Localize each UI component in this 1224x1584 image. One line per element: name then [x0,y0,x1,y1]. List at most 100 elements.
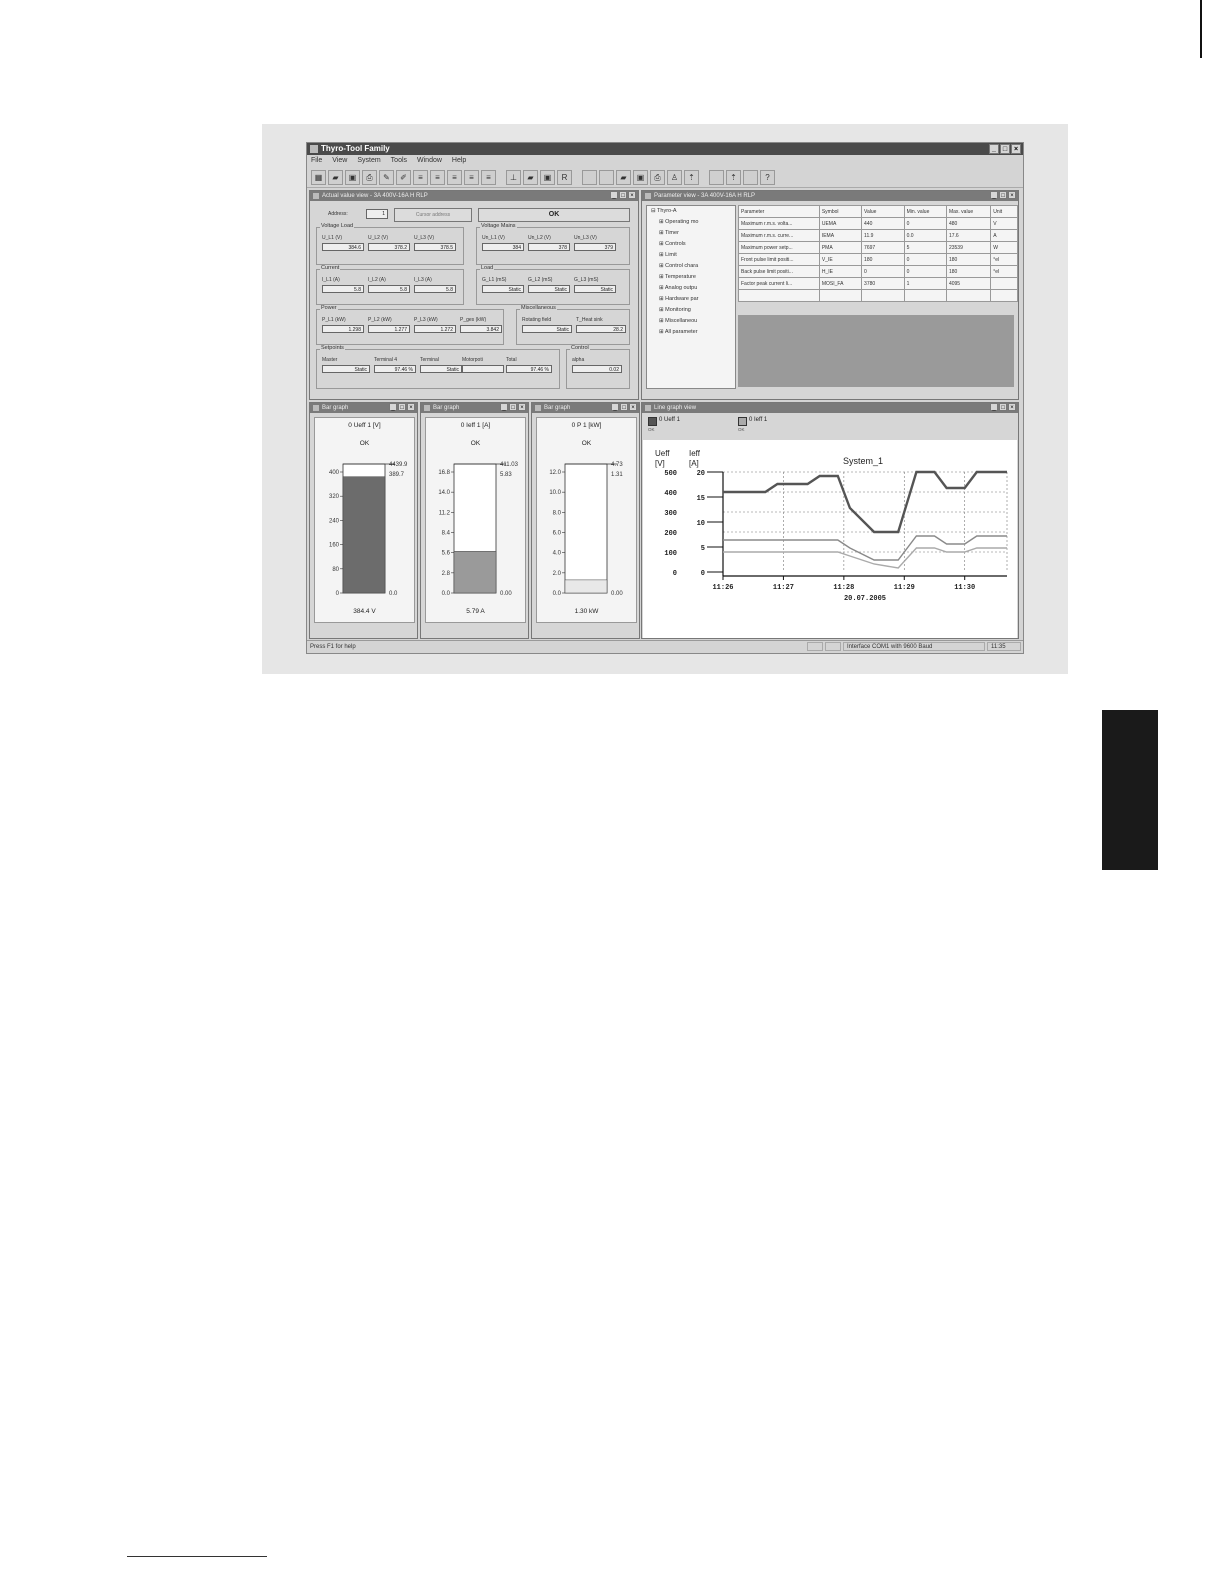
close-icon[interactable]: × [518,403,526,411]
table-row[interactable]: Factor peak current li... MOSI_FA 3780 1 409… [738,277,1018,290]
close-icon[interactable]: × [407,403,415,411]
table-cell: 0 [903,253,947,266]
ok-button[interactable]: OK [478,208,630,222]
tree-item[interactable]: ⊞ Control chara [647,261,735,272]
column-header[interactable]: Value [861,205,905,218]
close-icon[interactable]: × [1008,403,1016,411]
table-row[interactable]: Maximum r.m.s. curre... IEMA 11.9 0.0 17.6 A [738,229,1018,242]
print-icon[interactable]: ⎙ [362,169,377,185]
open-folder-icon[interactable]: ▰ [523,169,538,185]
maximize-icon[interactable]: □ [1000,144,1010,154]
settings-icon[interactable]: ✎ [379,169,394,185]
table-row[interactable]: Maximum power setp... PMA 7697 5 23539 W [738,241,1018,254]
table-row[interactable]: Back pulse limit positi... H_IE 0 0 180 °el [738,265,1018,278]
minimize-icon[interactable]: _ [990,191,998,199]
field-label-u_l2: U_L2 (V) [368,235,389,241]
tree-item[interactable]: ⊞ Controls [647,239,735,250]
menu-item[interactable]: File [311,155,322,167]
menu-item[interactable]: View [332,155,347,167]
minimize-icon[interactable]: _ [989,144,999,154]
column-header[interactable]: Unit [990,205,1018,218]
table-row[interactable]: Maximum r.m.s. volta... UEMA 440 0 480 V [738,217,1018,230]
blank-icon[interactable] [709,169,724,185]
parameter-tree[interactable]: ⊟ Thyro-A ⊞ Operating mo ⊞ Timer ⊞ Controls… [646,205,736,389]
column-header[interactable]: Parameter [738,205,820,218]
bar-graph-titlebar: Bar graph _ □ × [421,403,528,413]
x-axis-label: 20.07.2005 [844,595,886,603]
menu-item[interactable]: Window [417,155,442,167]
close-icon[interactable]: × [1011,144,1021,154]
print-icon[interactable]: ⎙ [650,169,665,185]
close-icon[interactable]: × [628,191,636,199]
table-row [738,289,1018,302]
save-icon[interactable]: ▣ [540,169,555,185]
save-icon[interactable]: ▣ [345,169,360,185]
tree-item[interactable]: ⊞ Temperature [647,272,735,283]
column-header[interactable]: Min. value [903,205,947,218]
blank-icon[interactable] [743,169,758,185]
text-d-icon[interactable]: ≡ [464,169,479,185]
tree-item[interactable]: ⊞ Timer [647,228,735,239]
table-cell: Back pulse limit positi... [738,265,820,278]
tree-item[interactable]: ⊞ Hardware par [647,294,735,305]
table-cell: Front pulse limit positi... [738,253,820,266]
chart-icon[interactable]: ⊥ [506,169,521,185]
tree-item[interactable]: ⊞ Monitoring [647,305,735,316]
maximize-icon[interactable]: □ [999,403,1007,411]
maximize-icon[interactable]: □ [509,403,517,411]
parameter-titlebar: Parameter view - 3A 400V-16A H RLP _ □ × [642,191,1018,201]
group-label: Power [320,305,338,311]
legend-swatch[interactable] [648,417,657,426]
grid-icon[interactable]: ▦ [311,169,326,185]
cursor-address-button[interactable]: Cursor address [394,208,472,222]
open-folder-icon[interactable]: ▰ [616,169,631,185]
open-folder-icon[interactable]: ▰ [328,169,343,185]
menu-item[interactable]: Help [452,155,466,167]
upload-icon[interactable]: ⇡ [726,169,741,185]
blank-icon[interactable] [599,169,614,185]
person-icon[interactable]: ♙ [667,169,682,185]
column-header[interactable]: Symbol [818,205,863,218]
tree-item[interactable]: ⊞ All parameter [647,327,735,338]
column-header[interactable]: Max. value [945,205,992,218]
close-icon[interactable]: × [1008,191,1016,199]
blank-icon[interactable] [582,169,597,185]
field-label-theat: T_Heat sink [576,317,603,323]
maximize-icon[interactable]: □ [398,403,406,411]
maximize-icon[interactable]: □ [620,403,628,411]
tree-item[interactable]: ⊞ Analog outpu [647,283,735,294]
minimize-icon[interactable]: _ [990,403,998,411]
text-e-icon[interactable]: ≡ [481,169,496,185]
menu-item[interactable]: Tools [391,155,407,167]
close-icon[interactable]: × [629,403,637,411]
minimize-icon[interactable]: _ [500,403,508,411]
maximize-icon[interactable]: □ [619,191,627,199]
legend-swatch[interactable] [738,417,747,426]
tree-item-label: Controls [665,241,686,247]
tree-item[interactable]: ⊞ Operating mo [647,217,735,228]
edit-icon[interactable]: ✐ [396,169,411,185]
group-label: Voltage Mains [480,223,517,229]
text-c-icon[interactable]: ≡ [447,169,462,185]
minimize-icon[interactable]: _ [389,403,397,411]
menu-item[interactable]: System [357,155,380,167]
r-icon[interactable]: R [557,169,572,185]
upload-icon[interactable]: ⇡ [684,169,699,185]
text-b-icon[interactable]: ≡ [430,169,445,185]
tree-item[interactable]: ⊞ Miscellaneou [647,316,735,327]
maximize-icon[interactable]: □ [999,191,1007,199]
table-row[interactable]: Front pulse limit positi... V_IE 180 0 180 °e… [738,253,1018,266]
help-icon[interactable]: ? [760,169,775,185]
bar-status: OK [581,440,592,447]
address-field[interactable]: 1 [366,209,388,219]
text-a-icon[interactable]: ≡ [413,169,428,185]
minimize-icon[interactable]: _ [610,191,618,199]
tree-item[interactable]: ⊟ Thyro-A [647,206,735,217]
field-label-un_l2: Un_L2 (V) [528,235,551,241]
save-icon[interactable]: ▣ [633,169,648,185]
table-cell: PMA [818,241,863,254]
tree-item[interactable]: ⊞ Limit [647,250,735,261]
status-bar: Press F1 for help Interface COM1 with 96… [307,640,1023,653]
minimize-icon[interactable]: _ [611,403,619,411]
field-value-master: Static [322,365,370,373]
